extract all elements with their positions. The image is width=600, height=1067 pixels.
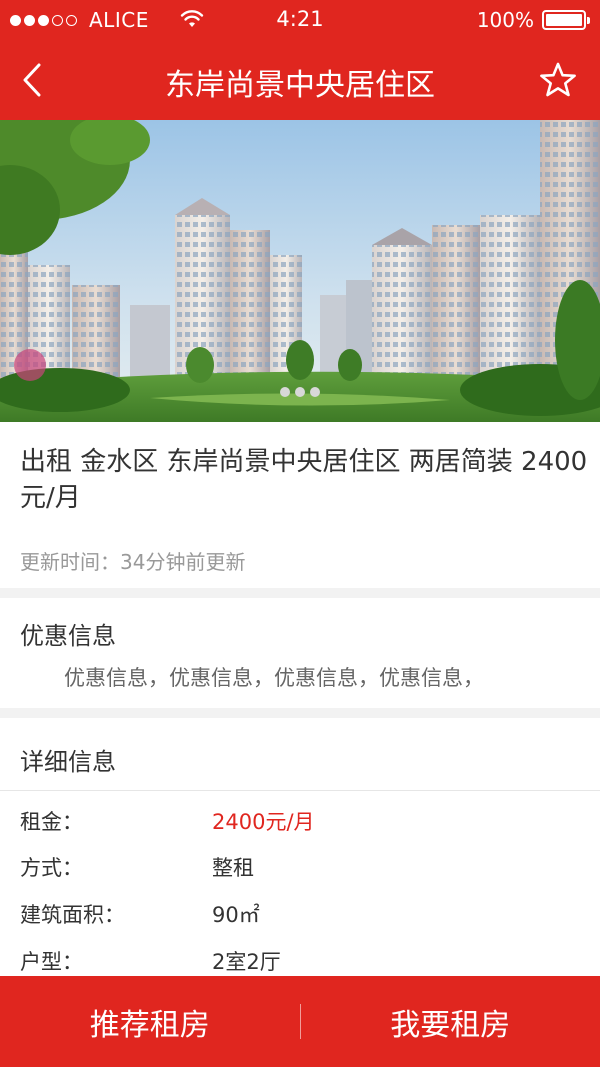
bottom-action-bar: 推荐租房 我要租房 — [0, 976, 600, 1067]
update-time: 更新时间：34分钟前更新 — [20, 550, 246, 574]
listing-summary: 出租 金水区 东岸尚景中央居住区 两居简装 2400元/月 更新时间：34分钟前… — [0, 422, 600, 588]
page-title: 东岸尚景中央居住区 — [165, 68, 435, 103]
detail-section: 详细信息 租金： 2400元/月 方式： 整租 建筑面积： 90㎡ 户型： 2室… — [0, 718, 600, 978]
detail-value: 2室2厅 — [212, 950, 281, 974]
header: ALICE 4:21 100% 东岸尚景中央居住区 — [0, 0, 600, 120]
divider — [0, 790, 600, 791]
detail-label: 租金： — [20, 810, 83, 834]
battery-icon — [542, 10, 590, 30]
nav-bar: 东岸尚景中央居住区 — [0, 40, 600, 120]
detail-label: 方式： — [20, 856, 83, 880]
battery-status: 100% — [476, 8, 590, 32]
listing-title: 出租 金水区 东岸尚景中央居住区 两居简装 2400元/月 — [20, 447, 588, 513]
detail-row-area: 建筑面积： 90㎡ — [0, 899, 600, 945]
status-bar: ALICE 4:21 100% — [0, 0, 600, 40]
discount-heading: 优惠信息 — [20, 622, 116, 650]
detail-value: 90㎡ — [212, 903, 260, 927]
detail-value-price: 2400元/月 — [212, 810, 315, 834]
recommend-rentals-button[interactable]: 推荐租房 — [0, 976, 300, 1067]
detail-row-layout: 户型： 2室2厅 — [0, 946, 600, 978]
property-photo[interactable] — [0, 120, 600, 422]
discount-section: 优惠信息 优惠信息，优惠信息，优惠信息，优惠信息， — [0, 598, 600, 708]
detail-label: 建筑面积： — [20, 903, 125, 927]
detail-label: 户型： — [20, 950, 83, 974]
favorite-button[interactable] — [536, 58, 580, 102]
star-icon — [540, 62, 576, 97]
detail-row-rent: 租金： 2400元/月 — [0, 806, 600, 852]
detail-heading: 详细信息 — [20, 748, 116, 776]
rent-now-button[interactable]: 我要租房 — [301, 976, 600, 1067]
discount-text: 优惠信息，优惠信息，优惠信息，优惠信息， — [64, 666, 484, 690]
detail-row-mode: 方式： 整租 — [0, 852, 600, 898]
property-photo-illustration — [0, 120, 600, 422]
battery-percent: 100% — [476, 8, 534, 32]
detail-value: 整租 — [212, 856, 254, 880]
